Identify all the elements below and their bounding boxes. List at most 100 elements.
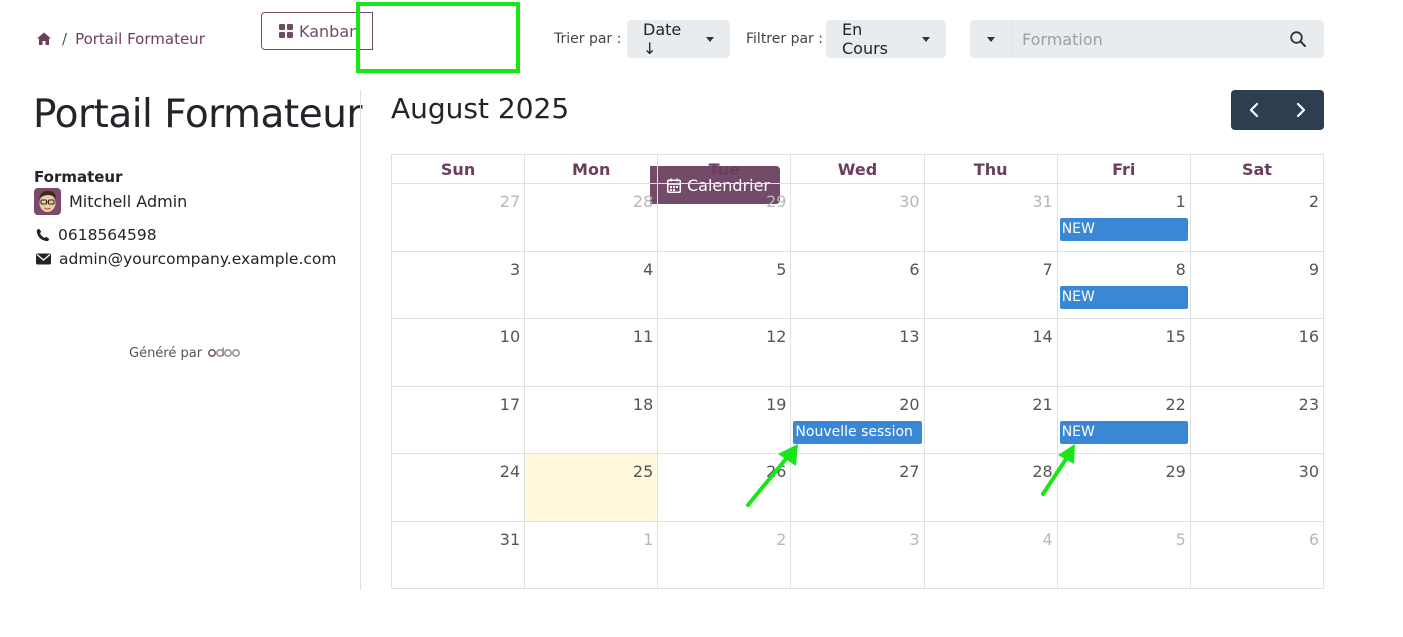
calendar-day-cell[interactable]: 30 — [790, 183, 925, 252]
calendar-day-cell[interactable]: 11 — [524, 318, 659, 387]
calendar-week-row: 17 18 19 20 Nouvelle session 21 22 NEW 23 — [390, 385, 1325, 454]
chevron-left-icon — [1250, 102, 1259, 118]
calendar-day-cell[interactable]: 22 NEW — [1056, 385, 1191, 454]
calendar-day-cell[interactable]: 3 — [790, 520, 925, 589]
calendar-day-cell[interactable]: 29 — [657, 183, 792, 252]
day-number: 10 — [499, 327, 521, 346]
calendar-day-cell[interactable]: 8 NEW — [1056, 250, 1191, 319]
day-number: 27 — [899, 462, 920, 481]
calendar-day-cell[interactable]: 2 — [1189, 183, 1325, 252]
day-number: 19 — [766, 394, 787, 414]
chevron-right-icon — [1296, 102, 1305, 118]
calendar-day-cell[interactable]: 2 — [657, 520, 792, 589]
search-button[interactable] — [1272, 20, 1324, 58]
sort-value: Date ↓ — [643, 20, 682, 58]
generated-by-label: Généré par — [129, 346, 203, 361]
calendar-day-cell[interactable]: 31 — [390, 520, 526, 589]
calendar-day-cell[interactable]: 4 — [923, 520, 1058, 589]
sort-label: Trier par : — [554, 31, 622, 47]
day-number: 13 — [899, 327, 920, 346]
trainer-info: Mitchell Admin — [34, 188, 187, 215]
odoo-logo[interactable] — [208, 346, 241, 361]
kanban-label: Kanban — [299, 21, 360, 41]
calendar-event[interactable]: Nouvelle session — [793, 420, 922, 444]
calendar-day-cell[interactable]: 7 — [923, 250, 1058, 319]
search-options-toggle[interactable] — [970, 20, 1012, 58]
annotation-highlight-box — [356, 2, 520, 73]
day-number: 15 — [1165, 327, 1186, 346]
calendar-day-cell[interactable]: 19 — [657, 385, 792, 454]
breadcrumb-current[interactable]: Portail Formateur — [75, 30, 205, 48]
calendar-day-cell[interactable]: 14 — [923, 318, 1058, 387]
day-number: 16 — [1298, 327, 1319, 346]
calendar-day-cell[interactable]: 4 — [524, 250, 659, 319]
calendar-day-cell[interactable]: 30 — [1189, 453, 1325, 522]
next-month-button[interactable] — [1278, 90, 1325, 130]
calendar-day-cell[interactable]: 9 — [1189, 250, 1325, 319]
calendar-day-cell[interactable]: 28 — [524, 183, 659, 252]
day-number: 14 — [1032, 327, 1053, 346]
calendar-day-cell[interactable]: 10 — [390, 318, 526, 387]
day-number: 30 — [1298, 462, 1319, 481]
calendar-day-cell[interactable]: 5 — [657, 250, 792, 319]
email-contact: admin@yourcompany.example.com — [36, 250, 336, 268]
calendar-week-row: 3 4 5 6 7 8 NEW 9 — [390, 250, 1325, 319]
calendar-day-cell[interactable]: 13 — [790, 318, 925, 387]
calendar-day-cell[interactable]: 18 — [524, 385, 659, 454]
search-bar — [970, 20, 1324, 58]
calendar-day-cell[interactable]: 29 — [1056, 453, 1191, 522]
day-number: 6 — [1308, 529, 1319, 549]
calendar-day-cell[interactable]: 27 — [790, 453, 925, 522]
calendar-event[interactable]: NEW — [1059, 285, 1188, 309]
day-number: 31 — [1032, 192, 1053, 211]
day-number: 12 — [766, 327, 787, 346]
day-number: 4 — [643, 259, 654, 279]
day-number: 28 — [1032, 462, 1053, 481]
weekday-header: Wed — [790, 154, 925, 184]
calendar-day-cell[interactable]: 6 — [790, 250, 925, 319]
day-number: 28 — [632, 192, 654, 211]
day-number: 17 — [499, 394, 521, 414]
calendar-day-cell[interactable]: 17 — [390, 385, 526, 454]
phone-icon — [36, 228, 50, 242]
day-number: 3 — [509, 259, 521, 279]
filter-dropdown[interactable]: En Cours — [826, 20, 946, 58]
day-number: 29 — [766, 192, 787, 211]
calendar-grid: Sun Mon Tue Wed Thu Fri Sat 27 28 29 30 31 1 N… — [390, 154, 1325, 589]
calendar-day-cell[interactable]: 21 — [923, 385, 1058, 454]
sort-dropdown[interactable]: Date ↓ — [627, 20, 730, 58]
search-input[interactable] — [1012, 20, 1272, 58]
calendar-day-cell[interactable]: 1 NEW — [1056, 183, 1191, 252]
calendar-day-cell[interactable]: 31 — [923, 183, 1058, 252]
previous-month-button[interactable] — [1231, 90, 1278, 130]
calendar-day-cell[interactable]: 15 — [1056, 318, 1191, 387]
calendar-day-cell[interactable]: 27 — [390, 183, 526, 252]
weekday-header: Mon — [524, 154, 659, 184]
kanban-view-button[interactable]: Kanban — [261, 12, 373, 50]
calendar-day-cell[interactable]: 1 — [524, 520, 659, 589]
calendar-day-cell[interactable]: 20 Nouvelle session — [790, 385, 925, 454]
calendar-day-cell[interactable]: 6 — [1189, 520, 1325, 589]
calendar-day-cell[interactable]: 12 — [657, 318, 792, 387]
calendar-day-cell[interactable]: 24 — [390, 453, 526, 522]
calendar-day-cell[interactable]: 16 — [1189, 318, 1325, 387]
day-number: 1 — [1175, 192, 1186, 211]
home-icon[interactable] — [36, 31, 52, 47]
calendar-event[interactable]: NEW — [1059, 420, 1188, 444]
day-number: 5 — [1175, 529, 1186, 549]
envelope-icon — [36, 253, 51, 265]
caret-down-icon — [922, 36, 930, 42]
calendar-day-cell[interactable]: 26 — [657, 453, 792, 522]
grid-icon — [279, 24, 293, 38]
calendar-day-cell[interactable]: 25 — [524, 453, 659, 522]
calendar-event[interactable]: NEW — [1059, 218, 1188, 241]
calendar-day-cell[interactable]: 5 — [1056, 520, 1191, 589]
calendar-day-cell[interactable]: 23 — [1189, 385, 1325, 454]
day-number: 7 — [1042, 259, 1053, 279]
calendar-week-row: 24 25 26 27 28 29 30 — [390, 453, 1325, 522]
view-switcher: Kanban Calendrier — [261, 12, 780, 204]
vertical-divider — [360, 90, 361, 590]
calendar-day-cell[interactable]: 3 — [390, 250, 526, 319]
day-number: 4 — [1042, 529, 1053, 549]
calendar-day-cell[interactable]: 28 — [923, 453, 1058, 522]
